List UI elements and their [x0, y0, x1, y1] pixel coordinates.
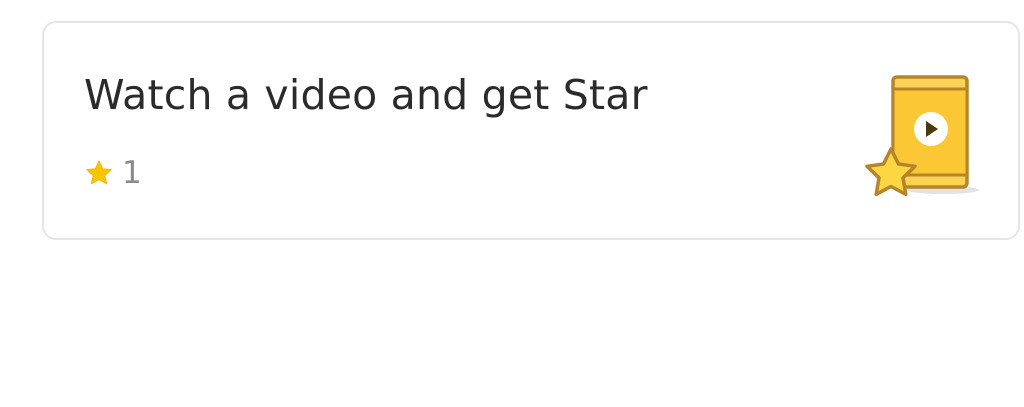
reward-amount: 1	[84, 155, 142, 191]
play-icon	[914, 112, 948, 146]
reward-count: 1	[122, 154, 142, 191]
watch-video-reward-card[interactable]: Watch a video and get Star 1	[42, 21, 1020, 240]
star-icon	[84, 158, 114, 188]
card-title: Watch a video and get Star	[84, 71, 648, 119]
phone-video-star-icon	[861, 73, 983, 208]
